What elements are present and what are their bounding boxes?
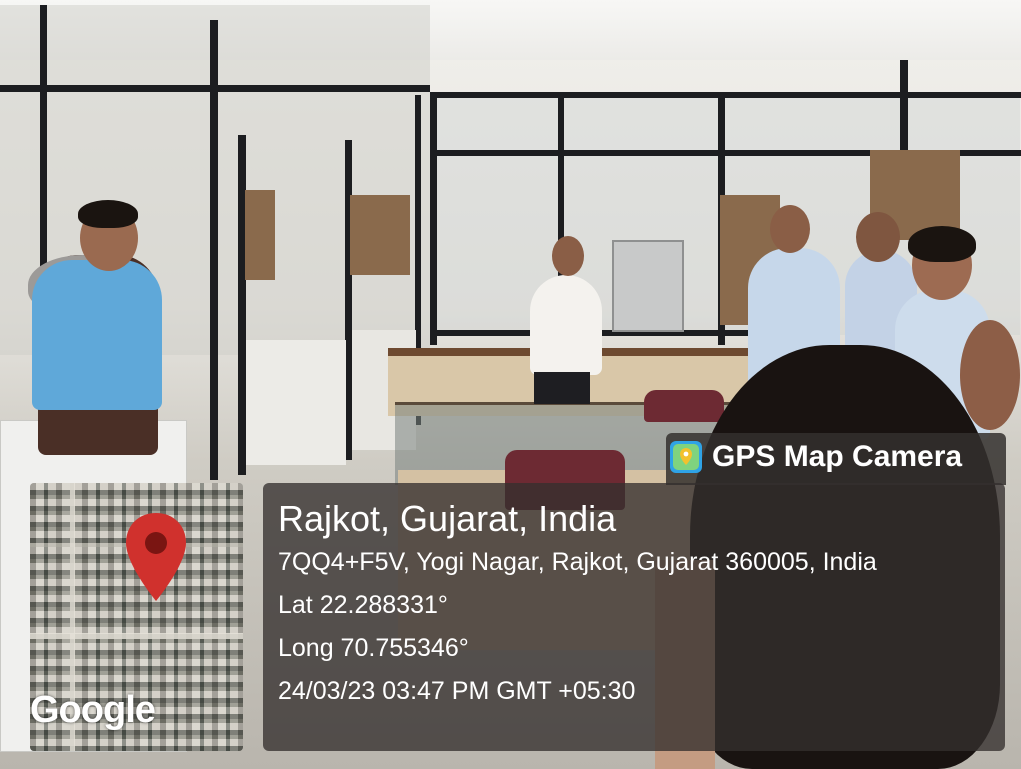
person-head: [770, 205, 810, 253]
map-thumbnail: Google: [30, 483, 243, 751]
person-head: [856, 212, 900, 262]
location-address: 7QQ4+F5V, Yogi Nagar, Rajkot, Gujarat 36…: [278, 548, 877, 576]
person-blue-shirt: [32, 260, 162, 410]
location-datetime: 24/03/23 03:47 PM GMT +05:30: [278, 677, 636, 705]
person-trousers: [534, 372, 590, 404]
map-road: [30, 633, 243, 639]
window-frame: [430, 95, 437, 345]
location-city: Rajkot, Gujarat, India: [278, 498, 617, 539]
person-head: [960, 320, 1020, 430]
person-hair: [78, 200, 138, 228]
google-watermark: Google: [30, 689, 156, 731]
gps-map-camera-app-icon: [670, 441, 702, 473]
lab-instrument: [612, 240, 684, 332]
window-frame: [430, 92, 1021, 98]
location-longitude: Long 70.755346°: [278, 634, 469, 662]
door-panel: [246, 340, 346, 465]
cabinet: [350, 195, 410, 275]
window-frame: [210, 20, 218, 480]
chair: [644, 390, 724, 422]
person-hair: [908, 226, 976, 262]
person-white-shirt: [530, 275, 602, 375]
cabinet: [245, 190, 275, 280]
location-latitude: Lat 22.288331°: [278, 591, 448, 619]
door-frame: [238, 135, 246, 475]
map-pin-icon: [126, 513, 186, 601]
person-head: [552, 236, 584, 276]
door-frame: [345, 140, 352, 460]
gps-badge-title: GPS Map Camera: [712, 440, 963, 473]
